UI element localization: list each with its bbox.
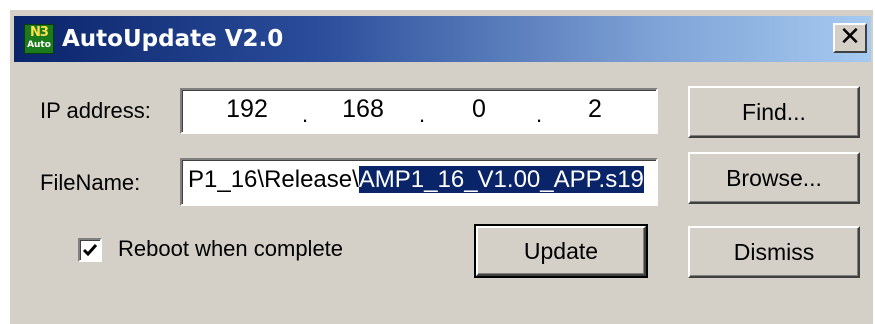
close-icon: ✕: [839, 22, 861, 52]
ip-octet-4[interactable]: 2: [560, 95, 630, 124]
reboot-label[interactable]: Reboot when complete: [118, 236, 343, 262]
autoupdate-dialog: N3 Auto AutoUpdate V2.0 ✕ IP address: 19…: [8, 8, 873, 324]
ip-separator: .: [536, 102, 543, 127]
checkmark-icon: [82, 244, 98, 257]
filename-input[interactable]: P1_16\Release\AMP1_16_V1.00_APP.s19: [180, 158, 658, 206]
app-logo-bottom-text: Auto: [27, 40, 51, 50]
browse-button[interactable]: Browse...: [688, 152, 860, 204]
ip-separator: .: [419, 102, 426, 127]
window-title: AutoUpdate V2.0: [62, 26, 284, 52]
reboot-checkbox[interactable]: [78, 238, 102, 262]
find-button[interactable]: Find...: [688, 86, 860, 138]
app-logo-icon: N3 Auto: [24, 24, 54, 54]
filename-unselected-text: P1_16\Release\: [188, 166, 359, 193]
ip-separator: .: [302, 102, 309, 127]
filename-value: P1_16\Release\AMP1_16_V1.00_APP.s19: [188, 166, 644, 194]
ip-octet-3[interactable]: 0: [444, 95, 514, 124]
filename-label: FileName:: [40, 170, 141, 195]
title-bar[interactable]: N3 Auto AutoUpdate V2.0 ✕: [14, 16, 871, 62]
ip-octet-1[interactable]: 192: [212, 95, 282, 124]
app-logo-top-text: N3: [30, 25, 49, 40]
filename-selected-text: AMP1_16_V1.00_APP.s19: [358, 166, 644, 193]
close-button[interactable]: ✕: [833, 23, 867, 53]
ip-address-input[interactable]: 192 . 168 . 0 . 2: [180, 88, 658, 134]
update-button[interactable]: Update: [474, 224, 648, 278]
ip-octet-2[interactable]: 168: [328, 95, 398, 124]
ip-address-label: IP address:: [40, 98, 151, 123]
dismiss-button[interactable]: Dismiss: [688, 226, 860, 278]
